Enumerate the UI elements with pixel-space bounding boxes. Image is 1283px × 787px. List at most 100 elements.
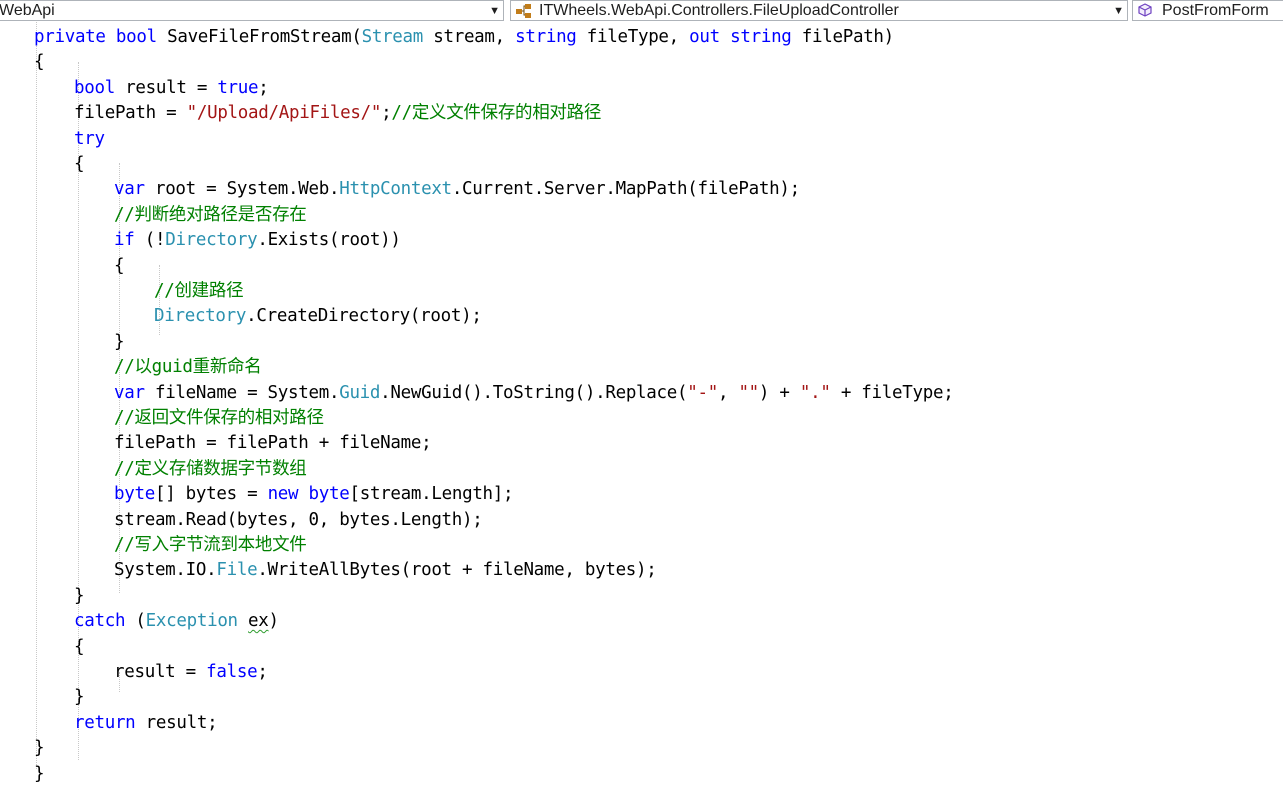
- code-line[interactable]: var root = System.Web.HttpContext.Curren…: [114, 177, 800, 202]
- method-icon: [1138, 3, 1152, 17]
- code-line[interactable]: }: [114, 330, 125, 355]
- code-line[interactable]: {: [74, 635, 85, 660]
- code-token: string: [730, 27, 792, 47]
- code-token: if: [114, 230, 135, 251]
- code-token: //判断绝对路径是否存在: [114, 204, 307, 225]
- code-line[interactable]: }: [34, 736, 45, 761]
- code-line[interactable]: //返回文件保存的相对路径: [114, 406, 324, 431]
- code-line[interactable]: if (!Directory.Exists(root)): [114, 228, 401, 253]
- code-line[interactable]: //判断绝对路径是否存在: [114, 203, 307, 228]
- code-token: catch: [74, 611, 126, 632]
- code-token: byte: [308, 484, 350, 505]
- code-line[interactable]: filePath = filePath + fileName;: [114, 431, 432, 456]
- code-token: root = System.Web.: [144, 179, 340, 200]
- code-token: filePath = filePath + fileName;: [114, 433, 432, 454]
- code-token: Stream: [361, 27, 424, 47]
- code-line[interactable]: filePath = "/Upload/ApiFiles/";//定义文件保存的…: [74, 101, 601, 126]
- code-token: ): [268, 611, 280, 632]
- code-line[interactable]: private bool SaveFileFromStream(Stream s…: [34, 25, 894, 50]
- code-line[interactable]: }: [74, 584, 85, 609]
- code-token: var: [114, 179, 145, 200]
- code-token: result =: [114, 77, 218, 98]
- code-token: ".": [799, 382, 831, 403]
- code-token: ,: [717, 382, 739, 403]
- navigation-bar: WebApi ▼ ITWheels.WebApi.Controllers.Fil…: [0, 0, 1283, 22]
- type-name: ITWheels.WebApi.Controllers.FileUploadCo…: [539, 2, 899, 19]
- code-line[interactable]: //定义存储数据字节数组: [114, 457, 307, 482]
- chevron-down-icon: ▼: [1113, 5, 1124, 17]
- code-line[interactable]: //以guid重新命名: [114, 355, 262, 380]
- code-token: byte: [114, 484, 155, 505]
- code-token: {: [74, 154, 85, 174]
- code-token: "/Upload/ApiFiles/": [186, 103, 382, 124]
- code-token: //返回文件保存的相对路径: [114, 408, 324, 428]
- type-dropdown[interactable]: ITWheels.WebApi.Controllers.FileUploadCo…: [510, 0, 1128, 21]
- code-token: result =: [114, 662, 207, 682]
- code-token: + fileType;: [830, 382, 954, 403]
- code-token: filePath =: [74, 103, 187, 124]
- project-dropdown[interactable]: WebApi ▼: [0, 0, 504, 21]
- code-line[interactable]: bool result = true;: [74, 76, 269, 101]
- code-token: .CreateDirectory(root);: [246, 306, 482, 327]
- code-token: fileName = System.: [144, 382, 340, 403]
- code-token: ;: [381, 103, 392, 124]
- indent-guide: [36, 22, 37, 769]
- code-token: {: [34, 52, 45, 73]
- code-token: //定义文件保存的相对路径: [391, 103, 602, 124]
- code-token: }: [34, 763, 45, 784]
- code-editor[interactable]: private bool SaveFileFromStream(Stream s…: [0, 22, 1283, 784]
- code-token: {: [114, 255, 125, 276]
- code-line[interactable]: stream.Read(bytes, 0, bytes.Length);: [114, 508, 483, 533]
- code-token: string: [515, 27, 577, 47]
- member-name: PostFromForm: [1162, 2, 1269, 19]
- code-line[interactable]: {: [34, 50, 45, 75]
- code-token: HttpContext: [339, 179, 452, 200]
- code-token: }: [74, 687, 85, 708]
- code-token: SaveFileFromStream(: [156, 27, 362, 47]
- code-token: bool: [74, 77, 115, 98]
- code-token: private: [34, 27, 106, 47]
- code-line[interactable]: }: [34, 762, 45, 787]
- code-token: filePath): [791, 27, 894, 47]
- code-line[interactable]: byte[] bytes = new byte[stream.Length];: [114, 482, 514, 507]
- code-token: }: [74, 585, 85, 606]
- code-token: ;: [257, 662, 268, 682]
- code-line[interactable]: System.IO.File.WriteAllBytes(root + file…: [114, 558, 657, 583]
- code-line[interactable]: //写入字节流到本地文件: [114, 533, 307, 558]
- code-token: //以guid重新命名: [114, 357, 262, 378]
- code-token: "": [738, 382, 759, 403]
- code-token: File: [216, 560, 258, 581]
- code-line[interactable]: try: [74, 127, 105, 152]
- code-line[interactable]: Directory.CreateDirectory(root);: [154, 304, 482, 329]
- code-token: Directory: [154, 306, 247, 327]
- code-line[interactable]: //创建路径: [154, 279, 244, 304]
- code-token: Directory: [165, 230, 258, 251]
- code-token: {: [74, 636, 85, 657]
- chevron-down-icon: ▼: [489, 5, 500, 17]
- code-line[interactable]: result = false;: [114, 660, 268, 685]
- code-token: "-": [687, 382, 718, 403]
- code-token: Guid: [339, 382, 381, 403]
- code-token: .NewGuid().ToString().Replace(: [380, 382, 688, 403]
- code-line[interactable]: var fileName = System.Guid.NewGuid().ToS…: [114, 381, 954, 406]
- code-token: ) +: [758, 382, 800, 403]
- code-token: //写入字节流到本地文件: [114, 535, 307, 555]
- code-token: .WriteAllBytes(root + fileName, bytes);: [257, 560, 657, 581]
- code-line[interactable]: {: [74, 152, 85, 177]
- code-token: stream.Read(bytes, 0, bytes.Length);: [114, 509, 483, 530]
- code-token: ex: [248, 611, 269, 632]
- code-token: .Exists(root)): [257, 230, 401, 251]
- code-line[interactable]: {: [114, 254, 125, 279]
- code-token: (!: [134, 230, 166, 251]
- code-token: Exception: [145, 611, 238, 632]
- code-line[interactable]: catch (Exception ex): [74, 609, 279, 634]
- code-line[interactable]: return result;: [74, 711, 218, 736]
- member-dropdown[interactable]: PostFromForm: [1132, 0, 1283, 21]
- code-token: out: [689, 27, 720, 47]
- code-line[interactable]: }: [74, 685, 85, 710]
- code-token: result;: [135, 712, 218, 733]
